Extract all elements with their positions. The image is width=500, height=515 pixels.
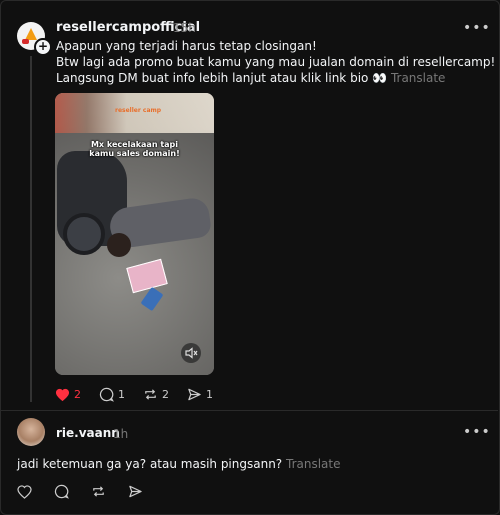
repost-button[interactable]: 2 bbox=[143, 387, 169, 402]
heart-icon bbox=[17, 484, 32, 499]
repost-icon bbox=[145, 389, 156, 400]
reply-more-icon[interactable]: ••• bbox=[463, 424, 491, 440]
comment-button[interactable]: 1 bbox=[99, 387, 125, 402]
send-icon bbox=[188, 388, 201, 401]
post-body: Apapun yang terjadi harus tetap closinga… bbox=[56, 38, 496, 86]
video-head-shape bbox=[107, 233, 131, 257]
reply-comment-button[interactable] bbox=[54, 484, 73, 499]
repost-count: 2 bbox=[162, 388, 169, 401]
post-video[interactable]: reseller camp Mx kecelakaan tapi kamu sa… bbox=[55, 93, 214, 375]
video-caption: Mx kecelakaan tapi kamu sales domain! bbox=[55, 140, 214, 158]
reply-body: jadi ketemuan ga ya? atau masih pingsann… bbox=[17, 457, 341, 471]
follow-plus-icon[interactable]: + bbox=[34, 38, 52, 56]
post-line-3: Langsung DM buat info lebih lanjut atau … bbox=[56, 71, 388, 85]
post-line-1: Apapun yang terjadi harus tetap closinga… bbox=[56, 39, 317, 53]
comment-icon bbox=[99, 387, 114, 402]
thread-connector-line bbox=[30, 56, 32, 402]
reply-time: 1h bbox=[113, 427, 129, 441]
heart-filled-icon bbox=[55, 388, 70, 401]
post-line-2: Btw lagi ada promo buat kamu yang mau ju… bbox=[56, 55, 496, 69]
video-caption-line-1: Mx kecelakaan tapi bbox=[90, 140, 179, 149]
reply-like-button[interactable] bbox=[17, 484, 36, 499]
post-actions: 2 1 2 1 bbox=[55, 387, 231, 402]
speaker-muted-icon bbox=[185, 347, 198, 359]
share-count: 1 bbox=[206, 388, 213, 401]
like-button[interactable]: 2 bbox=[55, 388, 81, 402]
post-translate-link[interactable]: Translate bbox=[391, 71, 446, 85]
brand-logo-base bbox=[22, 39, 29, 44]
video-wheel-shape bbox=[63, 213, 105, 255]
send-icon bbox=[129, 485, 142, 498]
post-time: 15h bbox=[173, 21, 196, 35]
divider bbox=[0, 410, 498, 411]
mute-button[interactable] bbox=[181, 343, 201, 363]
reply-username[interactable]: rie.vaann bbox=[56, 426, 120, 440]
comment-count: 1 bbox=[118, 388, 125, 401]
reply-translate-link[interactable]: Translate bbox=[286, 457, 341, 471]
reply-repost-button[interactable] bbox=[91, 484, 110, 499]
video-brand-watermark: reseller camp bbox=[115, 107, 162, 114]
video-caption-line-2: kamu sales domain! bbox=[89, 149, 180, 158]
like-count: 2 bbox=[74, 388, 81, 401]
repost-icon bbox=[93, 486, 104, 497]
comment-icon bbox=[54, 484, 69, 499]
reply-actions bbox=[17, 484, 165, 499]
reply-text: jadi ketemuan ga ya? atau masih pingsann… bbox=[17, 457, 283, 471]
reply-avatar[interactable] bbox=[17, 418, 45, 446]
post-more-icon[interactable]: ••• bbox=[463, 20, 491, 36]
reply-share-button[interactable] bbox=[128, 484, 147, 499]
share-button[interactable]: 1 bbox=[187, 387, 213, 402]
